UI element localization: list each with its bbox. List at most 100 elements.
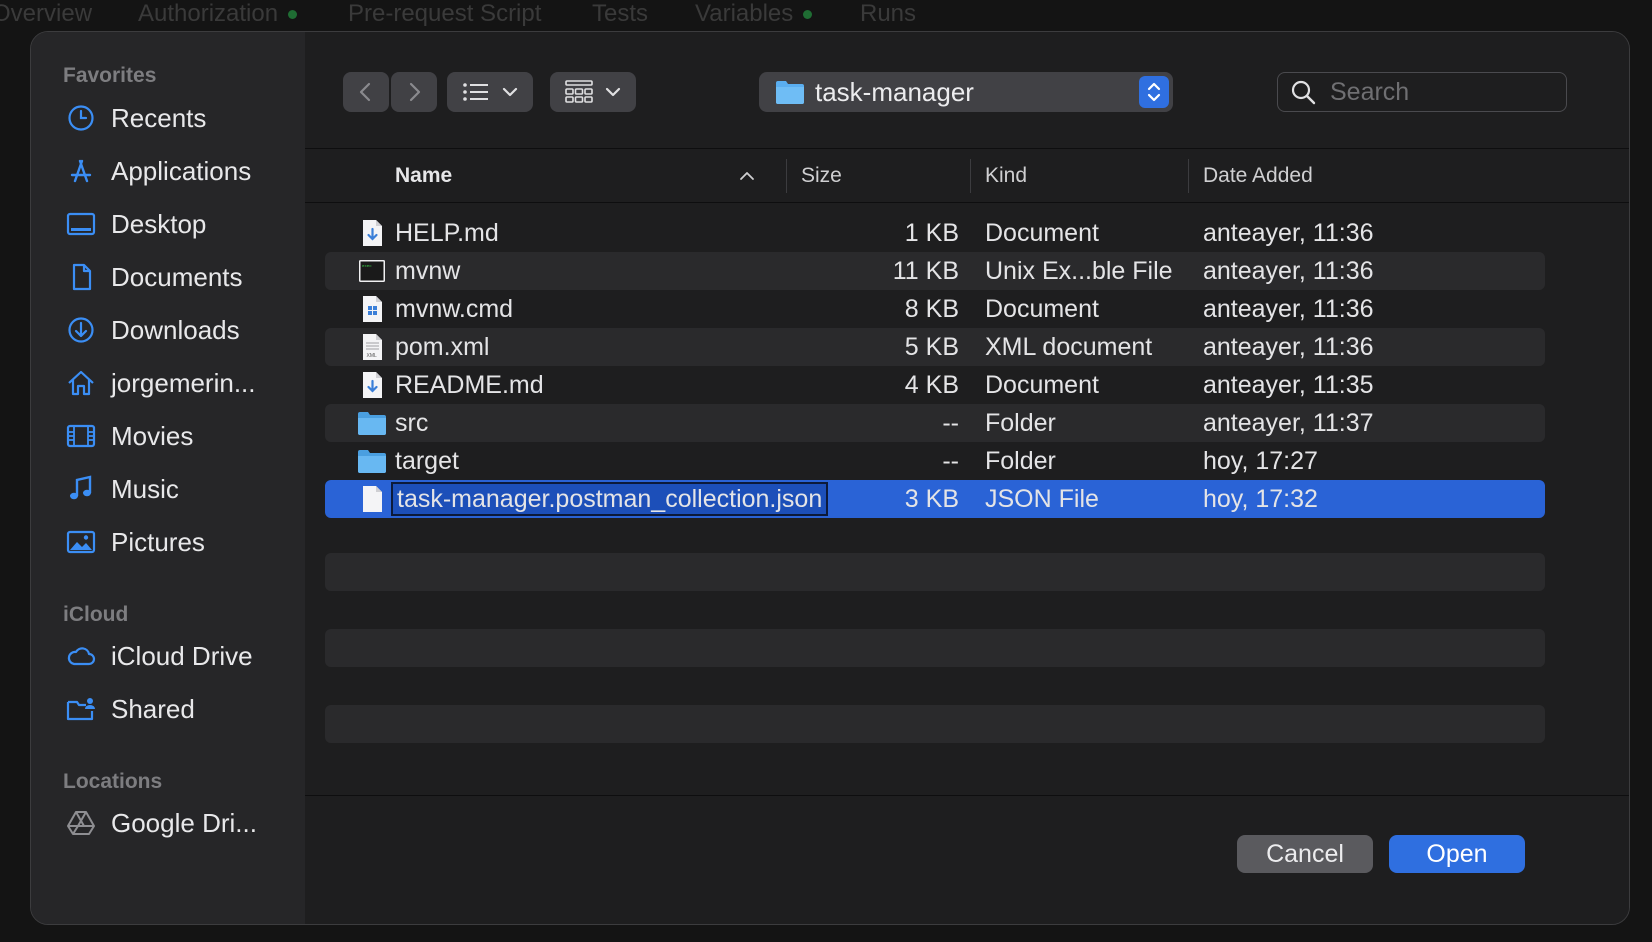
column-separator[interactable] xyxy=(786,159,787,193)
sidebar-item-label: Downloads xyxy=(111,314,240,345)
search-input[interactable] xyxy=(1330,77,1530,107)
file-row-mvnw[interactable]: exec mvnw 11 KB Unix Ex...ble File antea… xyxy=(325,252,1545,290)
sidebar-item-home[interactable]: jorgemerin... xyxy=(65,361,256,405)
sidebar-item-label: Music xyxy=(111,473,179,504)
column-header-date-added[interactable]: Date Added xyxy=(1203,149,1313,203)
file-row-src[interactable]: src -- Folder anteayer, 11:37 xyxy=(325,404,1545,442)
cancel-button[interactable]: Cancel xyxy=(1237,835,1373,873)
sidebar-item-downloads[interactable]: Downloads xyxy=(65,308,240,352)
document-icon xyxy=(65,261,97,293)
file-kind: Unix Ex...ble File xyxy=(985,256,1173,285)
sort-ascending-icon[interactable] xyxy=(739,170,755,182)
folder-icon xyxy=(358,450,386,473)
folder-icon xyxy=(776,81,804,104)
cloud-icon xyxy=(65,640,97,672)
sidebar-item-music[interactable]: Music xyxy=(65,467,179,511)
bg-tab-runs: Runs xyxy=(860,0,917,27)
sidebar-item-applications[interactable]: Applications xyxy=(65,149,251,193)
bg-tab-authorization-label: Authorization xyxy=(138,0,279,27)
file-name-editable[interactable]: task-manager.postman_collection.json xyxy=(391,482,829,516)
bg-tab-tests: Tests xyxy=(592,0,649,27)
location-popup-stepper[interactable] xyxy=(1139,76,1169,108)
json-file-icon xyxy=(363,486,382,512)
file-size: 4 KB xyxy=(904,370,959,399)
sidebar-item-pictures[interactable]: Pictures xyxy=(65,520,205,564)
film-icon xyxy=(65,420,97,452)
column-header-row: Name Size Kind Date Added xyxy=(305,149,1629,203)
file-size: -- xyxy=(942,446,959,475)
file-date-added: hoy, 17:32 xyxy=(1203,484,1318,513)
column-separator[interactable] xyxy=(970,159,971,193)
column-separator[interactable] xyxy=(1188,159,1189,193)
file-kind: Document xyxy=(985,294,1099,323)
file-date-added: anteayer, 11:36 xyxy=(1203,256,1374,285)
navigation-buttons xyxy=(343,72,437,112)
downloads-icon xyxy=(65,314,97,346)
file-row-readme-md[interactable]: README.md 4 KB Document anteayer, 11:35 xyxy=(325,366,1545,404)
bg-tab-authorization: Authorization xyxy=(138,0,298,28)
search-icon xyxy=(1291,80,1316,105)
desktop-icon xyxy=(65,208,97,240)
chevron-down-icon xyxy=(502,87,518,97)
search-field[interactable] xyxy=(1277,72,1567,112)
music-note-icon xyxy=(65,473,97,505)
sidebar-item-label: Documents xyxy=(111,261,243,292)
sidebar-item-recents[interactable]: Recents xyxy=(65,96,206,140)
file-size: 1 KB xyxy=(904,218,959,247)
sidebar-item-label: Google Dri... xyxy=(111,807,257,838)
file-row-mvnw-cmd[interactable]: mvnw.cmd 8 KB Document anteayer, 11:36 xyxy=(325,290,1545,328)
file-size: 11 KB xyxy=(892,256,959,285)
sidebar-item-label: Desktop xyxy=(111,208,207,239)
file-name: src xyxy=(395,408,429,437)
file-row-pom-xml[interactable]: XML pom.xml 5 KB XML document anteayer, … xyxy=(325,328,1545,366)
file-date-added: anteayer, 11:36 xyxy=(1203,218,1374,247)
xml-file-icon: XML xyxy=(363,334,382,360)
forward-button[interactable] xyxy=(391,72,437,112)
sidebar-item-label: Movies xyxy=(111,420,194,451)
folder-icon xyxy=(358,412,386,435)
file-row-help-md[interactable]: HELP.md 1 KB Document anteayer, 11:36 xyxy=(325,214,1545,252)
list-view-button[interactable] xyxy=(447,72,533,112)
sidebar-item-shared[interactable]: Shared xyxy=(65,687,195,731)
status-dot xyxy=(288,10,298,20)
grid-view-icon xyxy=(565,80,593,103)
sidebar-item-icloud-drive[interactable]: iCloud Drive xyxy=(65,634,253,678)
file-kind: Folder xyxy=(985,446,1056,475)
column-header-kind[interactable]: Kind xyxy=(985,149,1027,203)
status-dot xyxy=(803,10,813,20)
file-name: mvnw.cmd xyxy=(395,294,514,323)
file-name: mvnw xyxy=(395,256,461,285)
file-kind: Folder xyxy=(985,408,1056,437)
group-view-button[interactable] xyxy=(550,72,636,112)
sidebar-item-movies[interactable]: Movies xyxy=(65,414,193,458)
file-date-added: anteayer, 11:36 xyxy=(1203,294,1374,323)
markdown-file-icon xyxy=(363,220,382,246)
sidebar-item-google-drive[interactable]: Google Dri... xyxy=(65,801,257,845)
column-header-name[interactable]: Name xyxy=(395,149,452,203)
file-date-added: hoy, 17:27 xyxy=(1203,446,1318,475)
chevron-left-icon xyxy=(359,82,371,102)
home-icon xyxy=(65,367,97,399)
column-header-size[interactable]: Size xyxy=(801,149,842,203)
file-size: 5 KB xyxy=(904,332,959,361)
bg-tab-variables: Variables xyxy=(695,0,813,28)
sidebar-item-documents[interactable]: Documents xyxy=(65,255,243,299)
google-drive-icon xyxy=(65,807,97,839)
pictures-icon xyxy=(65,526,97,558)
sidebar-item-desktop[interactable]: Desktop xyxy=(65,202,206,246)
file-row-postman-collection-json[interactable]: task-manager.postman_collection.json 3 K… xyxy=(325,480,1545,518)
bg-tab-variables-label: Variables xyxy=(695,0,794,27)
open-file-dialog: Favorites Recents Applications Desktop D… xyxy=(30,31,1630,925)
sidebar-header-locations: Locations xyxy=(63,770,163,793)
current-folder-label: task-manager xyxy=(815,76,974,107)
open-button[interactable]: Open xyxy=(1389,835,1525,873)
file-row-target[interactable]: target -- Folder hoy, 17:27 xyxy=(325,442,1545,480)
location-popup[interactable]: task-manager xyxy=(759,72,1173,112)
file-date-added: anteayer, 11:35 xyxy=(1203,370,1374,399)
windows-file-icon xyxy=(363,296,382,322)
back-button[interactable] xyxy=(343,72,389,112)
sidebar: Favorites Recents Applications Desktop D… xyxy=(31,32,305,924)
sidebar-item-label: jorgemerin... xyxy=(111,367,256,398)
svg-text:exec: exec xyxy=(362,265,372,269)
sidebar-item-label: Recents xyxy=(111,102,207,133)
